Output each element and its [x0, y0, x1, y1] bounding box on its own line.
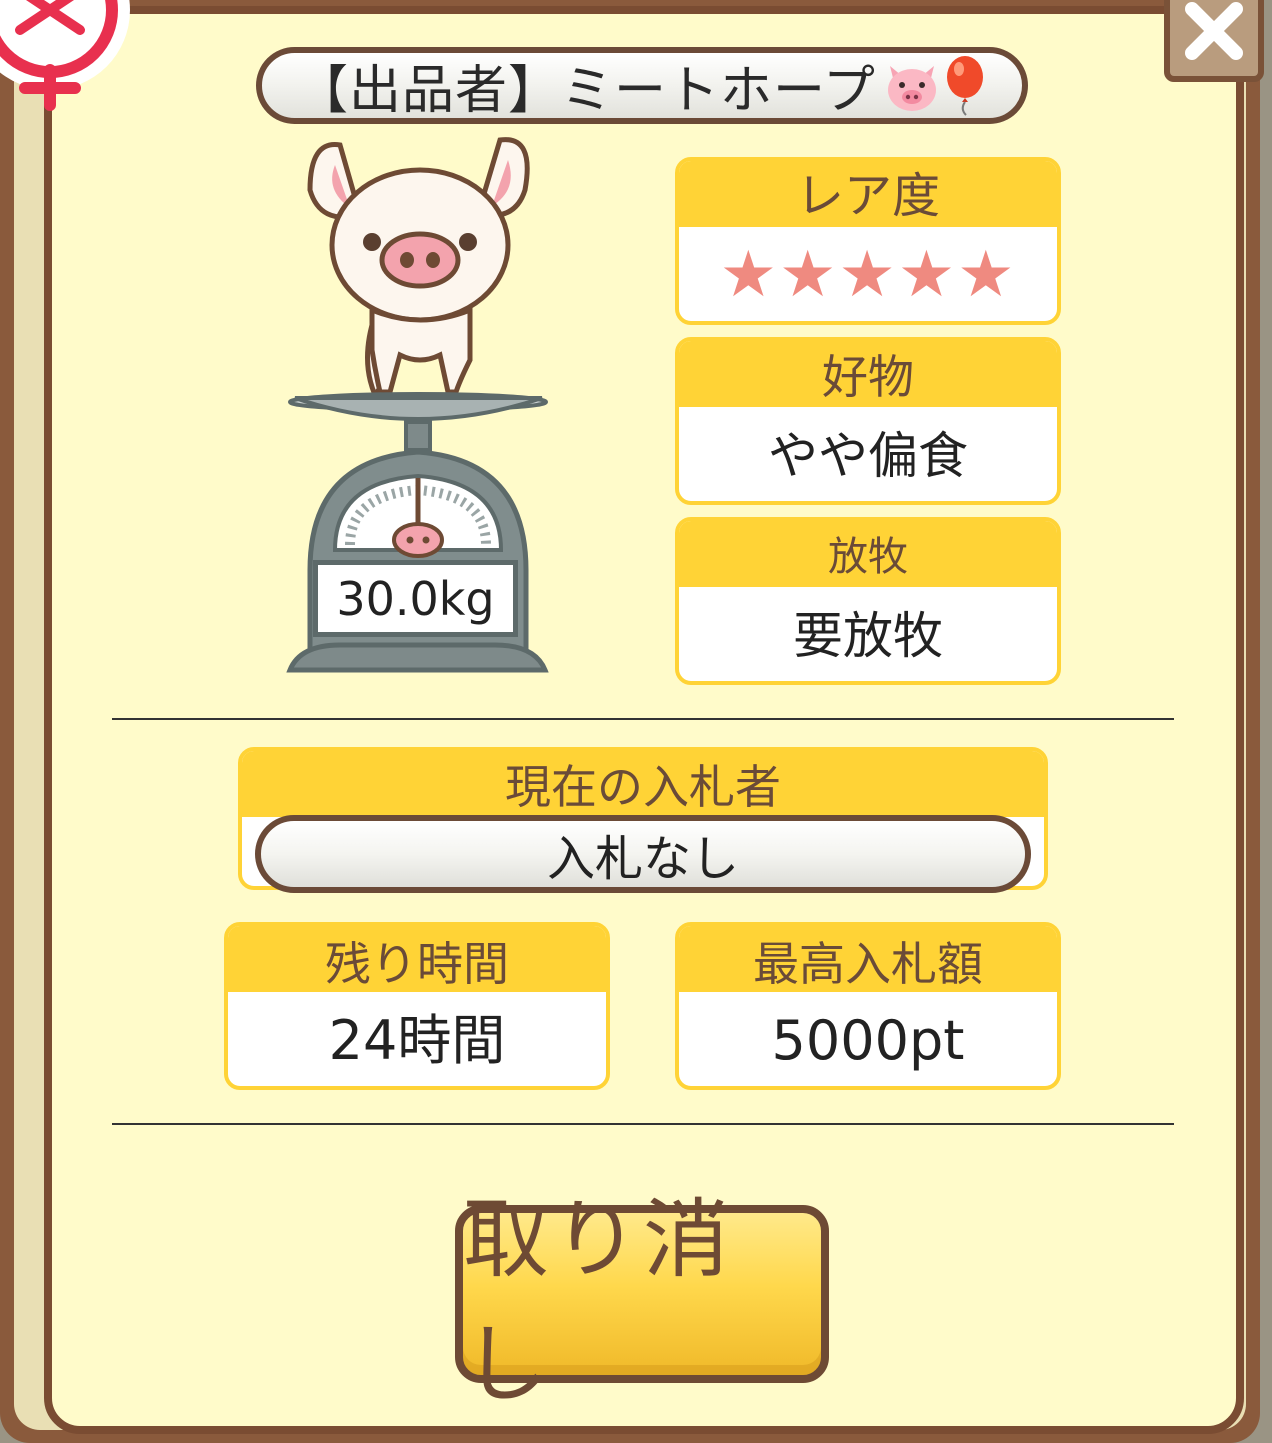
rarity-title: レア度	[679, 161, 1057, 227]
favorite-title: 好物	[679, 341, 1057, 407]
divider-top	[112, 718, 1174, 720]
close-icon	[1185, 2, 1243, 60]
remaining-time-title: 残り時間	[228, 926, 606, 992]
highest-bid-title: 最高入札額	[679, 926, 1057, 992]
seller-label: 【出品者】ミートホープ	[256, 47, 1028, 124]
divider-bottom	[112, 1123, 1174, 1125]
close-button[interactable]	[1164, 0, 1264, 82]
grazing-value: 要放牧	[793, 607, 943, 665]
highest-bid-card: 最高入札額 5000pt	[675, 922, 1061, 1090]
favorite-value: やや偏食	[768, 427, 968, 485]
seller-name: 【出品者】ミートホープ	[296, 61, 876, 121]
rarity-stars: ★★★★★	[719, 238, 1017, 312]
remaining-time-value: 24時間	[328, 1009, 506, 1072]
grazing-title: 放牧	[679, 521, 1057, 587]
cancel-button[interactable]: 取り消し	[455, 1190, 829, 1415]
bidder-title: 現在の入札者	[242, 751, 1044, 817]
remaining-time-card: 残り時間 24時間	[224, 922, 610, 1090]
favorite-card: 好物 やや偏食	[675, 337, 1061, 505]
highest-bid-value: 5000pt	[771, 1009, 965, 1072]
pig-face-icon	[887, 65, 936, 111]
balloon-icon	[946, 55, 983, 116]
badge-icon	[0, 0, 130, 111]
weight-display: 30.0kg	[313, 560, 518, 637]
grazing-card: 放牧 要放牧	[675, 517, 1061, 685]
rarity-card: レア度 ★★★★★	[675, 157, 1061, 325]
bidder-value: 入札なし	[255, 815, 1031, 893]
